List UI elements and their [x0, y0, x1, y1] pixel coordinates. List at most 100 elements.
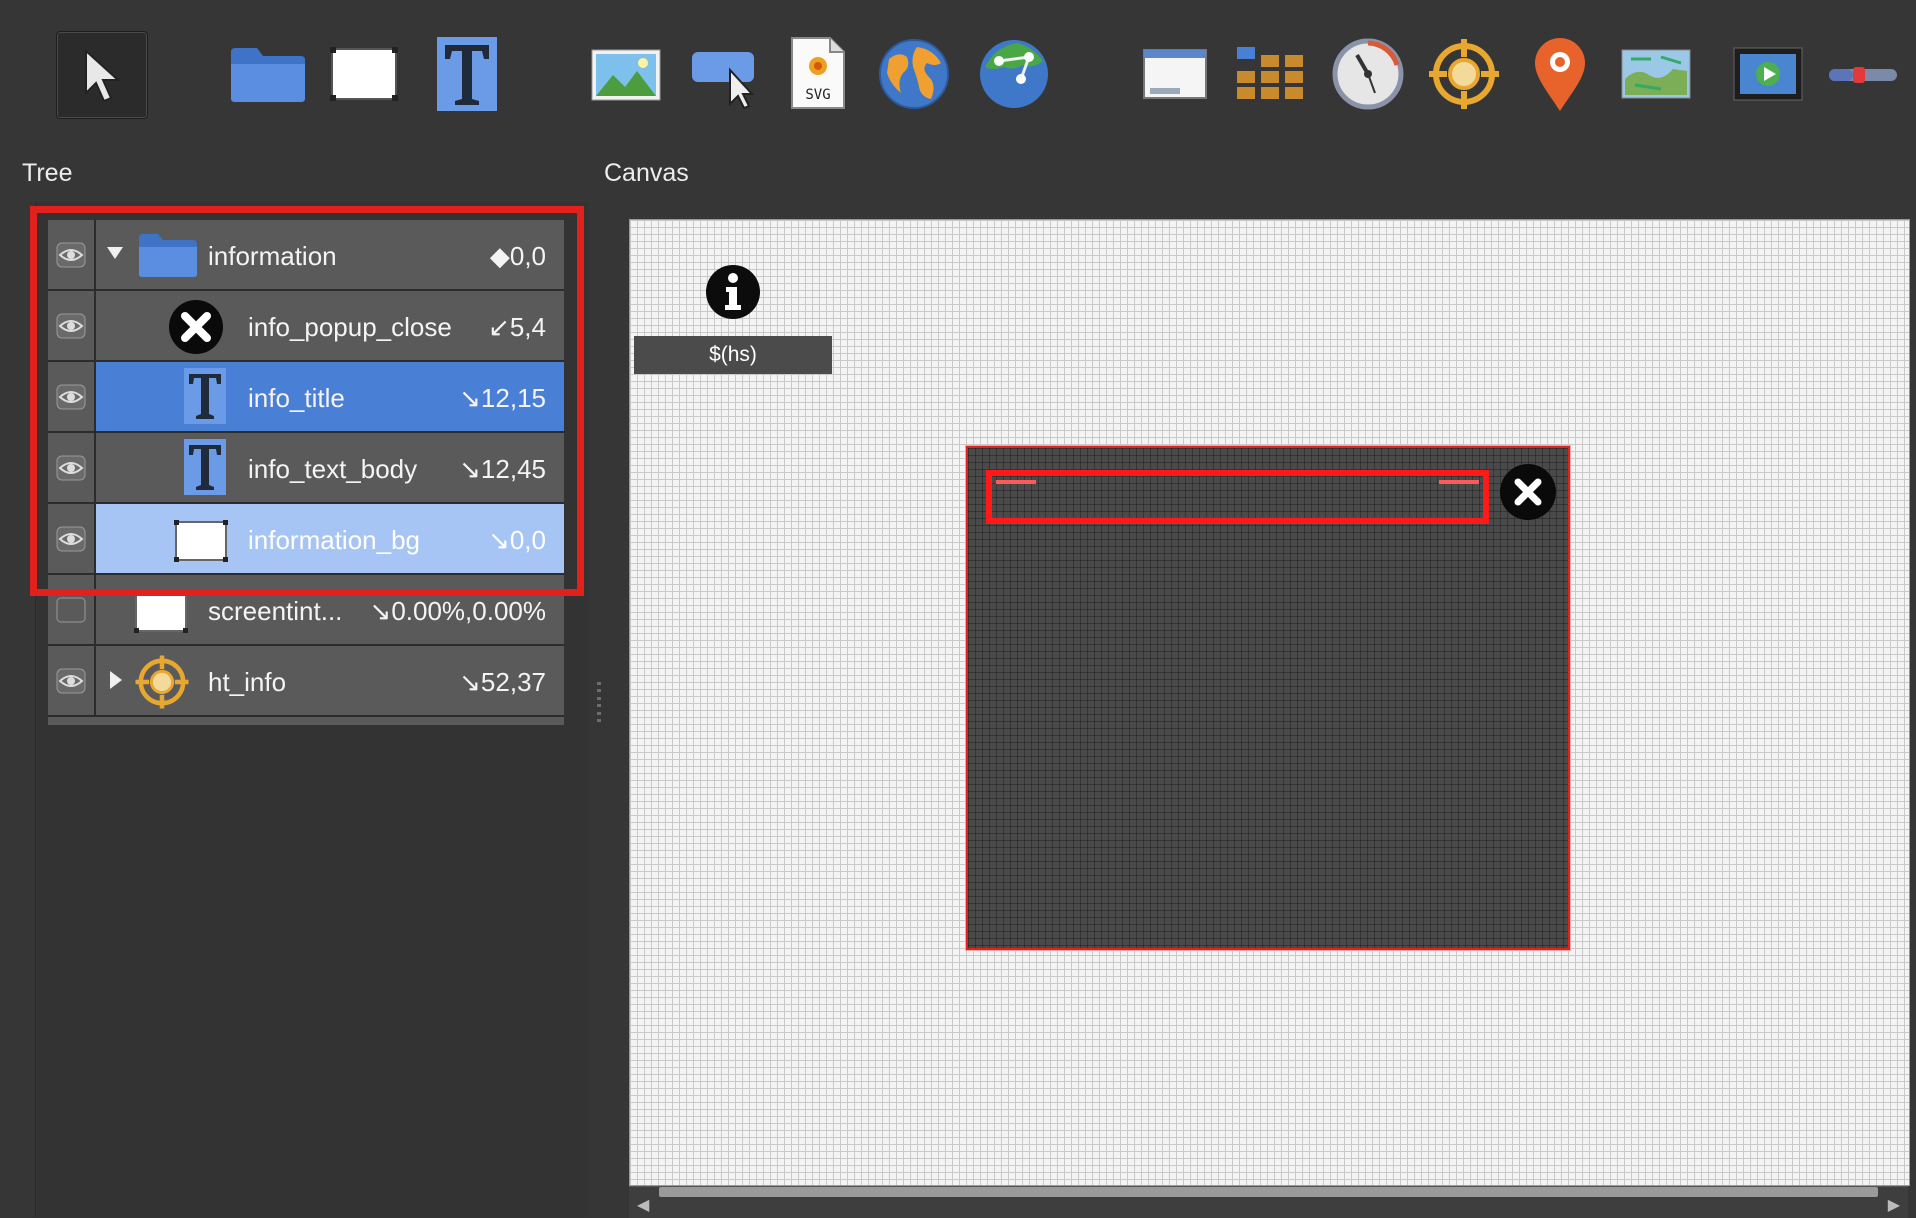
- tree-row-coord: ↘12,45: [459, 454, 546, 484]
- window-icon: [1143, 49, 1207, 99]
- text-t-icon: [437, 37, 497, 111]
- eye-icon: [56, 313, 86, 338]
- tree-row-ht-info[interactable]: ht_info ↘52,37: [48, 646, 564, 717]
- tree-row-coord: ↘0.00%,0.00%: [369, 596, 546, 626]
- selection-handle: [1439, 480, 1479, 484]
- hotspot-label[interactable]: $(hs): [634, 336, 832, 374]
- tree-row-label: information_bg: [248, 525, 420, 555]
- scrollbar-thumb[interactable]: [659, 1187, 1878, 1197]
- image-landscape-icon: [591, 49, 661, 101]
- visibility-off-box-icon: [56, 597, 86, 622]
- tree-row-information[interactable]: information ◆0,0: [48, 220, 564, 291]
- rectangle-icon: [174, 520, 228, 562]
- tree-row-body[interactable]: information_bg ↘0,0: [96, 504, 564, 573]
- tree-row-coord: ↙5,4: [488, 312, 546, 342]
- info-title-element[interactable]: [986, 470, 1489, 524]
- tree-row-coord: ↘0,0: [488, 525, 546, 555]
- rectangle-icon: [134, 592, 188, 633]
- eye-icon: [56, 526, 86, 551]
- map-tool[interactable]: [876, 36, 952, 112]
- tree-row-label: info_title: [248, 383, 345, 413]
- grip-dot: [597, 682, 601, 685]
- text-t-icon: [184, 368, 226, 424]
- close-icon: [1514, 478, 1542, 506]
- hotspot-tool[interactable]: [1426, 36, 1502, 112]
- tree-row-coord: ◆0,0: [489, 241, 546, 271]
- tree-row-body[interactable]: info_popup_close ↙5,4: [96, 291, 564, 360]
- visibility-toggle[interactable]: [48, 291, 96, 360]
- video-player-icon: [1733, 47, 1803, 101]
- tree-list-end: [48, 717, 564, 725]
- canvas-panel-title: Canvas: [604, 159, 689, 187]
- eye-icon: [56, 384, 86, 409]
- expand-triangle-icon[interactable]: [106, 244, 124, 262]
- folder-icon: [231, 48, 305, 102]
- video-tool[interactable]: [1732, 46, 1804, 102]
- eye-icon: [56, 242, 86, 267]
- grid-icon: [1237, 47, 1303, 99]
- crosshair-icon: [135, 655, 189, 709]
- canvas-horizontal-scrollbar[interactable]: ◀ ▶: [629, 1186, 1908, 1218]
- tree-row-label: info_popup_close: [248, 312, 452, 342]
- visibility-toggle[interactable]: [48, 646, 96, 715]
- node-map-tool[interactable]: [976, 36, 1052, 112]
- tree-panel-title: Tree: [22, 159, 73, 187]
- info-hotspot-icon[interactable]: [706, 265, 760, 319]
- eye-icon: [56, 668, 86, 693]
- tree-row-screentint[interactable]: screentint... ↘0.00%,0.00%: [48, 575, 564, 646]
- tree-row-body[interactable]: ht_info ↘52,37: [96, 646, 564, 715]
- tree-row-information-bg[interactable]: information_bg ↘0,0: [48, 504, 564, 575]
- button-cursor-icon: [692, 52, 755, 110]
- scroll-left-arrow-icon[interactable]: ◀: [637, 1195, 649, 1215]
- grid-tool[interactable]: [1234, 44, 1308, 104]
- tree-row-coord: ↘12,15: [459, 383, 546, 413]
- rectangle-icon: [330, 47, 398, 101]
- image-tool[interactable]: [590, 48, 662, 102]
- close-circle-icon: [169, 300, 223, 354]
- crosshair-icon: [1429, 39, 1499, 109]
- tree-row-body[interactable]: info_title ↘12,15: [96, 362, 564, 431]
- floorplan-tool[interactable]: [1620, 48, 1692, 100]
- text-tool[interactable]: [436, 36, 498, 112]
- tree-row-label: screentint...: [208, 596, 343, 626]
- container-tool[interactable]: [228, 43, 308, 105]
- window-tool[interactable]: [1142, 48, 1208, 102]
- svg-tool[interactable]: SVG: [790, 36, 846, 110]
- text-t-icon: [184, 439, 226, 495]
- visibility-toggle[interactable]: [48, 504, 96, 573]
- selection-handle: [996, 480, 1036, 484]
- panel-splitter-handle[interactable]: [596, 682, 602, 722]
- compass-icon: [1332, 38, 1404, 110]
- globe-icon: [879, 39, 949, 109]
- collapse-triangle-icon[interactable]: [108, 670, 124, 690]
- tree-row-body[interactable]: info_text_body ↘12,45: [96, 433, 564, 502]
- visibility-toggle[interactable]: [48, 220, 96, 289]
- eye-icon: [56, 455, 86, 480]
- button-tool[interactable]: [690, 48, 764, 110]
- compass-tool[interactable]: [1330, 36, 1406, 112]
- tree-row-body[interactable]: screentint... ↘0.00%,0.00%: [96, 575, 564, 644]
- grip-dot: [597, 696, 601, 700]
- network-globe-icon: [980, 40, 1048, 108]
- info-popup-close-button[interactable]: [1500, 464, 1556, 520]
- rectangle-tool[interactable]: [328, 44, 400, 104]
- tree-row-info-popup-close[interactable]: info_popup_close ↙5,4: [48, 291, 564, 362]
- map-pin-icon: [1535, 38, 1585, 111]
- visibility-toggle[interactable]: [48, 575, 96, 644]
- tree-list: information ◆0,0 info_popup_close ↙5,4 i…: [48, 220, 564, 717]
- tree-row-info-text-body[interactable]: info_text_body ↘12,45: [48, 433, 564, 504]
- tree-row-info-title[interactable]: info_title ↘12,15: [48, 362, 564, 433]
- tree-row-label: information: [208, 241, 337, 271]
- arrow-pointer-icon: [85, 48, 121, 103]
- visibility-toggle[interactable]: [48, 433, 96, 502]
- toolbar: SVG: [0, 0, 1916, 150]
- visibility-toggle[interactable]: [48, 362, 96, 431]
- pointer-tool[interactable]: [56, 31, 148, 119]
- svg-label: SVG: [805, 87, 830, 103]
- slider-tool[interactable]: [1826, 62, 1900, 88]
- map-pin-tool[interactable]: [1530, 34, 1590, 114]
- tree-row-body[interactable]: information ◆0,0: [96, 220, 564, 289]
- scroll-right-arrow-icon[interactable]: ▶: [1888, 1195, 1900, 1215]
- grip-dot: [597, 718, 601, 722]
- grip-dot: [597, 704, 601, 708]
